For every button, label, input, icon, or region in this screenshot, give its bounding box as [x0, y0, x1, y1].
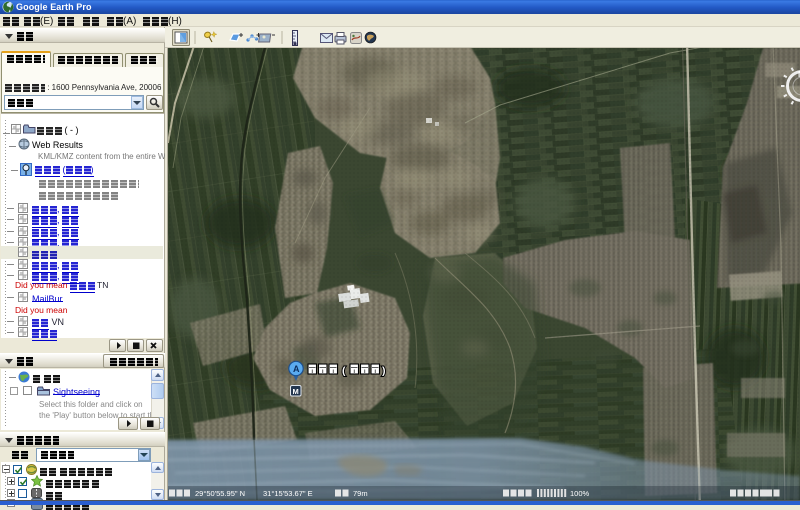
svg-text:A: A: [293, 364, 300, 374]
svg-text:(: (: [342, 365, 346, 377]
svg-text:29°50'55.95" N: 29°50'55.95" N: [195, 489, 245, 498]
svg-text:M: M: [293, 387, 299, 396]
svg-text:): ): [382, 365, 386, 377]
svg-text:79m: 79m: [353, 489, 368, 498]
svg-text:31°15'53.67" E: 31°15'53.67" E: [263, 489, 313, 498]
svg-text:100%: 100%: [570, 489, 590, 498]
